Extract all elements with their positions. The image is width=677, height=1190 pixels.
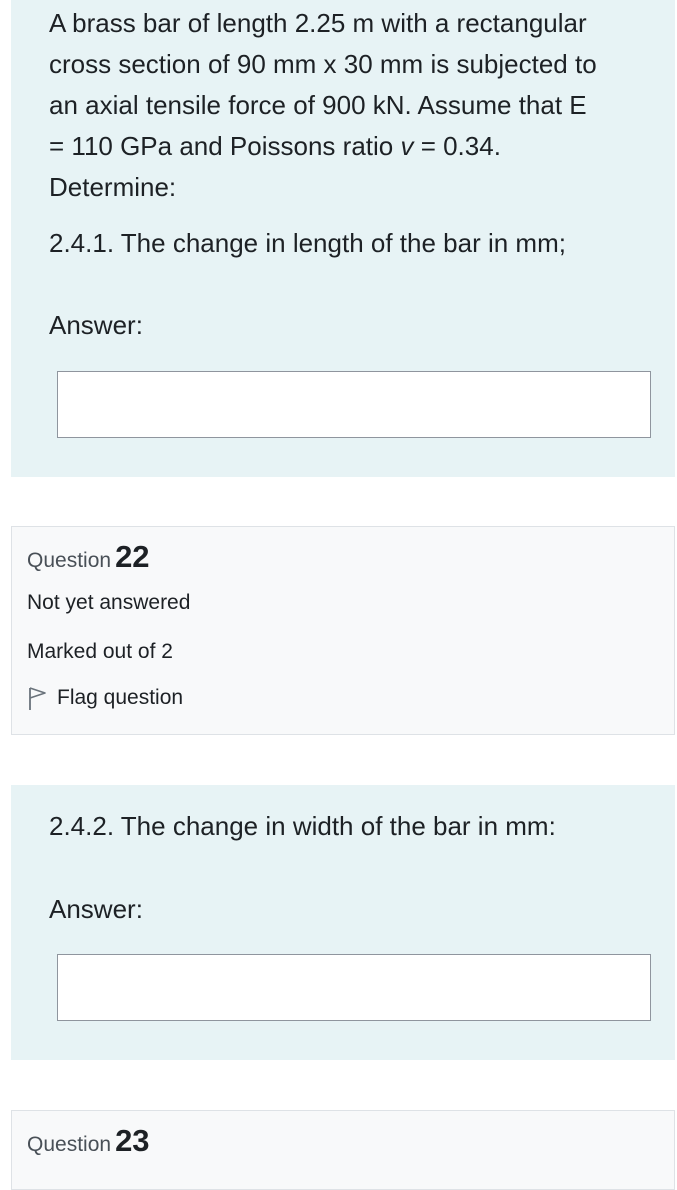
answer-input[interactable] bbox=[57, 954, 651, 1021]
question-number-heading: Question 23 bbox=[27, 1123, 150, 1159]
flag-outline-icon bbox=[27, 685, 49, 711]
question-22-content: 2.4.2. The change in width of the bar in… bbox=[11, 785, 675, 1060]
question-number: 22 bbox=[115, 539, 150, 574]
question-22-info: Question 22 Not yet answered Marked out o… bbox=[11, 526, 675, 735]
question-23-info: Question 23 bbox=[11, 1110, 675, 1190]
answer-label: Answer: bbox=[49, 310, 143, 340]
question-21-content: A brass bar of length 2.25 m with a rect… bbox=[11, 0, 675, 477]
question-number-heading: Question 22 bbox=[27, 539, 150, 575]
question-number: 23 bbox=[115, 1123, 150, 1158]
problem-line-4a: = 110 GPa and Poissons ratio bbox=[49, 131, 401, 161]
problem-line-4b: = 0.34. bbox=[413, 131, 501, 161]
subquestion-text: 2.4.1. The change in length of the bar i… bbox=[49, 228, 566, 258]
question-grade: Marked out of 2 bbox=[27, 640, 173, 663]
flag-question-label: Flag question bbox=[57, 686, 184, 709]
subquestion-text: 2.4.2. The change in width of the bar in… bbox=[49, 811, 556, 841]
question-state: Not yet answered bbox=[27, 591, 191, 614]
problem-line-5: Determine: bbox=[49, 172, 177, 202]
problem-line-2: cross section of 90 mm x 30 mm is subjec… bbox=[49, 49, 597, 79]
question-word: Question bbox=[27, 549, 112, 572]
answer-label: Answer: bbox=[49, 894, 143, 924]
answer-input[interactable] bbox=[57, 371, 651, 438]
question-word: Question bbox=[27, 1133, 112, 1156]
poisson-symbol: v bbox=[400, 131, 414, 161]
flag-question-button[interactable]: Flag question bbox=[27, 685, 183, 711]
problem-statement: A brass bar of length 2.25 m with a rect… bbox=[49, 3, 659, 208]
problem-line-1: A brass bar of length 2.25 m with a rect… bbox=[49, 8, 587, 38]
problem-line-3: an axial tensile force of 900 kN. Assume… bbox=[49, 90, 587, 120]
